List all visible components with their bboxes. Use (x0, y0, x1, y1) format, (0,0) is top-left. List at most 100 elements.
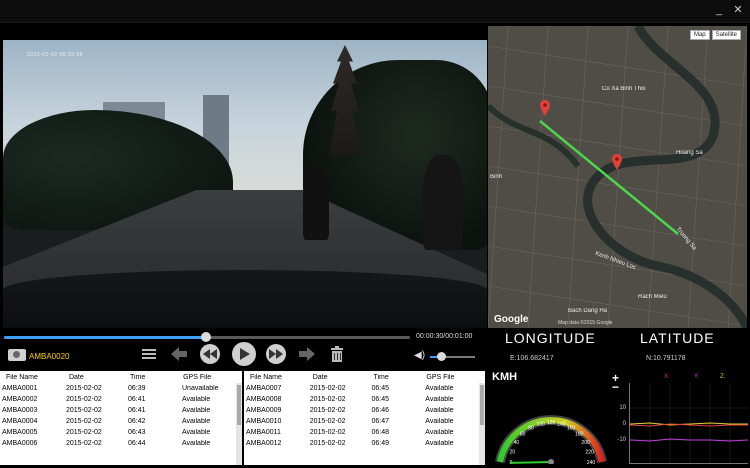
table-cell: Available (425, 429, 454, 436)
table-cell: 2015-02-02 (309, 440, 346, 447)
volume-knob[interactable] (437, 352, 446, 361)
table-cell: AMBA0001 (2, 385, 38, 392)
gauge-tick-label: 140 (557, 421, 566, 427)
rewind-button[interactable] (200, 344, 220, 364)
current-file-label: AMBA0020 (29, 352, 70, 361)
table-cell: Available (425, 396, 454, 403)
scrollbar[interactable] (236, 383, 242, 465)
scrollbar[interactable] (479, 383, 485, 465)
table-row[interactable]: AMBA0008 2015-02-02 06:45 Available (244, 394, 485, 405)
prev-frame-button[interactable] (169, 343, 189, 365)
speedometer-gauge: 020406080100120140160180200220240 (495, 415, 607, 464)
seek-knob[interactable] (201, 332, 211, 342)
table-cell: 06:39 (128, 385, 146, 392)
gsensor-graph (629, 383, 748, 464)
column-header[interactable]: Time (367, 374, 420, 381)
table-cell: Available (182, 440, 211, 447)
scrollbar-thumb[interactable] (237, 385, 241, 425)
column-header[interactable]: File Name (244, 374, 305, 381)
table-row[interactable]: AMBA0004 2015-02-02 06:42 Available (0, 416, 242, 427)
column-header[interactable]: File Name (0, 374, 61, 381)
arrow-right-icon (299, 347, 315, 361)
play-button[interactable] (232, 342, 256, 366)
axis-tick: 0 (622, 421, 626, 427)
table-row[interactable]: AMBA0011 2015-02-02 06:48 Available (244, 427, 485, 438)
play-icon (240, 348, 250, 360)
column-header[interactable]: Date (305, 374, 368, 381)
map-attribution: Map data ©2015 Google (558, 320, 613, 326)
seek-bar-fill (4, 336, 207, 339)
gauge-tick-label: 40 (514, 440, 520, 446)
gauge-tick-label: 120 (547, 420, 556, 426)
legend-x: X: (664, 374, 670, 380)
time-readout: 00:00:30/00:01:00 (416, 333, 473, 340)
map-type-satellite[interactable]: Satellite (711, 30, 741, 40)
table-row[interactable]: AMBA0003 2015-02-02 06:41 Available (0, 405, 242, 416)
table-cell: 2015-02-02 (66, 407, 102, 414)
next-frame-button[interactable] (297, 343, 317, 365)
scrollbar-thumb[interactable] (480, 385, 484, 425)
column-header[interactable]: Time (124, 374, 177, 381)
table-row[interactable]: AMBA0010 2015-02-02 06:47 Available (244, 416, 485, 427)
table-cell: AMBA0012 (246, 440, 282, 447)
gauge-tick-label: 200 (581, 440, 590, 446)
rewind-icon (203, 349, 217, 359)
table-cell: 2015-02-02 (309, 407, 346, 414)
map-type-toggle: Map Satellite (689, 30, 741, 40)
table-row[interactable]: AMBA0009 2015-02-02 06:46 Available (244, 405, 485, 416)
title-bar: _ ✕ (0, 0, 750, 23)
table-cell: 2015-02-02 (66, 429, 102, 436)
fast-forward-icon (269, 349, 283, 359)
table-header: File Name Date Time GPS File (244, 371, 485, 383)
table-cell: 06:48 (371, 429, 390, 436)
table-cell: 06:41 (128, 396, 146, 403)
camera-icon[interactable] (8, 349, 26, 361)
table-row[interactable]: AMBA0006 2015-02-02 06:44 Available (0, 438, 242, 449)
table-cell: Available (425, 418, 454, 425)
table-cell: Available (182, 418, 211, 425)
fast-forward-button[interactable] (266, 344, 286, 364)
table-cell: 06:49 (371, 440, 390, 447)
gauge-tick-label: 180 (575, 432, 584, 438)
map-type-map[interactable]: Map (689, 30, 710, 40)
column-header[interactable]: GPS File (420, 374, 485, 381)
zoom-out-button[interactable]: − (612, 380, 619, 394)
table-row[interactable]: AMBA0005 2015-02-02 06:43 Available (0, 427, 242, 438)
table-row[interactable]: AMBA0007 2015-02-02 06:45 Available (244, 383, 485, 394)
column-header[interactable]: Date (61, 374, 124, 381)
gauge-tick-label: 80 (528, 425, 534, 431)
file-table-left: File Name Date Time GPS File AMBA0001 201… (0, 371, 242, 465)
speaker-icon[interactable]: ◀) (414, 350, 425, 361)
playlist-button[interactable] (140, 343, 158, 365)
table-cell: 06:47 (371, 418, 390, 425)
close-button[interactable]: ✕ (731, 3, 745, 17)
minimize-button[interactable]: _ (712, 3, 726, 17)
map-pin-icon[interactable] (612, 154, 622, 170)
table-cell: Available (182, 429, 211, 436)
table-cell: 2015-02-02 (66, 396, 102, 403)
table-cell: 2015-02-02 (66, 418, 102, 425)
table-row[interactable]: AMBA0012 2015-02-02 06:49 Available (244, 438, 485, 449)
video-player[interactable]: 2015-02-02 06:39:59 (3, 40, 487, 328)
table-header: File Name Date Time GPS File (0, 371, 242, 383)
table-cell: Unavailable (182, 385, 219, 392)
video-motorbike (423, 155, 463, 250)
map-pin-icon[interactable] (540, 100, 550, 116)
delete-button[interactable] (328, 343, 346, 365)
table-cell: AMBA0002 (2, 396, 38, 403)
table-cell: AMBA0009 (246, 407, 282, 414)
table-cell: 06:46 (371, 407, 390, 414)
table-cell: Available (425, 440, 454, 447)
map-view[interactable]: Map Satellite Hoang Sa Kenh Nhieu Loc Cu… (488, 26, 747, 328)
legend-y: Y: (694, 374, 700, 380)
table-cell: 2015-02-02 (66, 440, 102, 447)
table-row[interactable]: AMBA0002 2015-02-02 06:41 Available (0, 394, 242, 405)
speed-unit-label: KMH (492, 371, 518, 383)
table-cell: 06:44 (128, 440, 146, 447)
table-cell: 06:41 (128, 407, 146, 414)
map-label: Bach Dang Ha (568, 308, 608, 314)
map-label: Binh (490, 174, 503, 180)
table-cell: 06:45 (371, 385, 390, 392)
table-row[interactable]: AMBA0001 2015-02-02 06:39 Unavailable (0, 383, 242, 394)
column-header[interactable]: GPS File (177, 374, 242, 381)
